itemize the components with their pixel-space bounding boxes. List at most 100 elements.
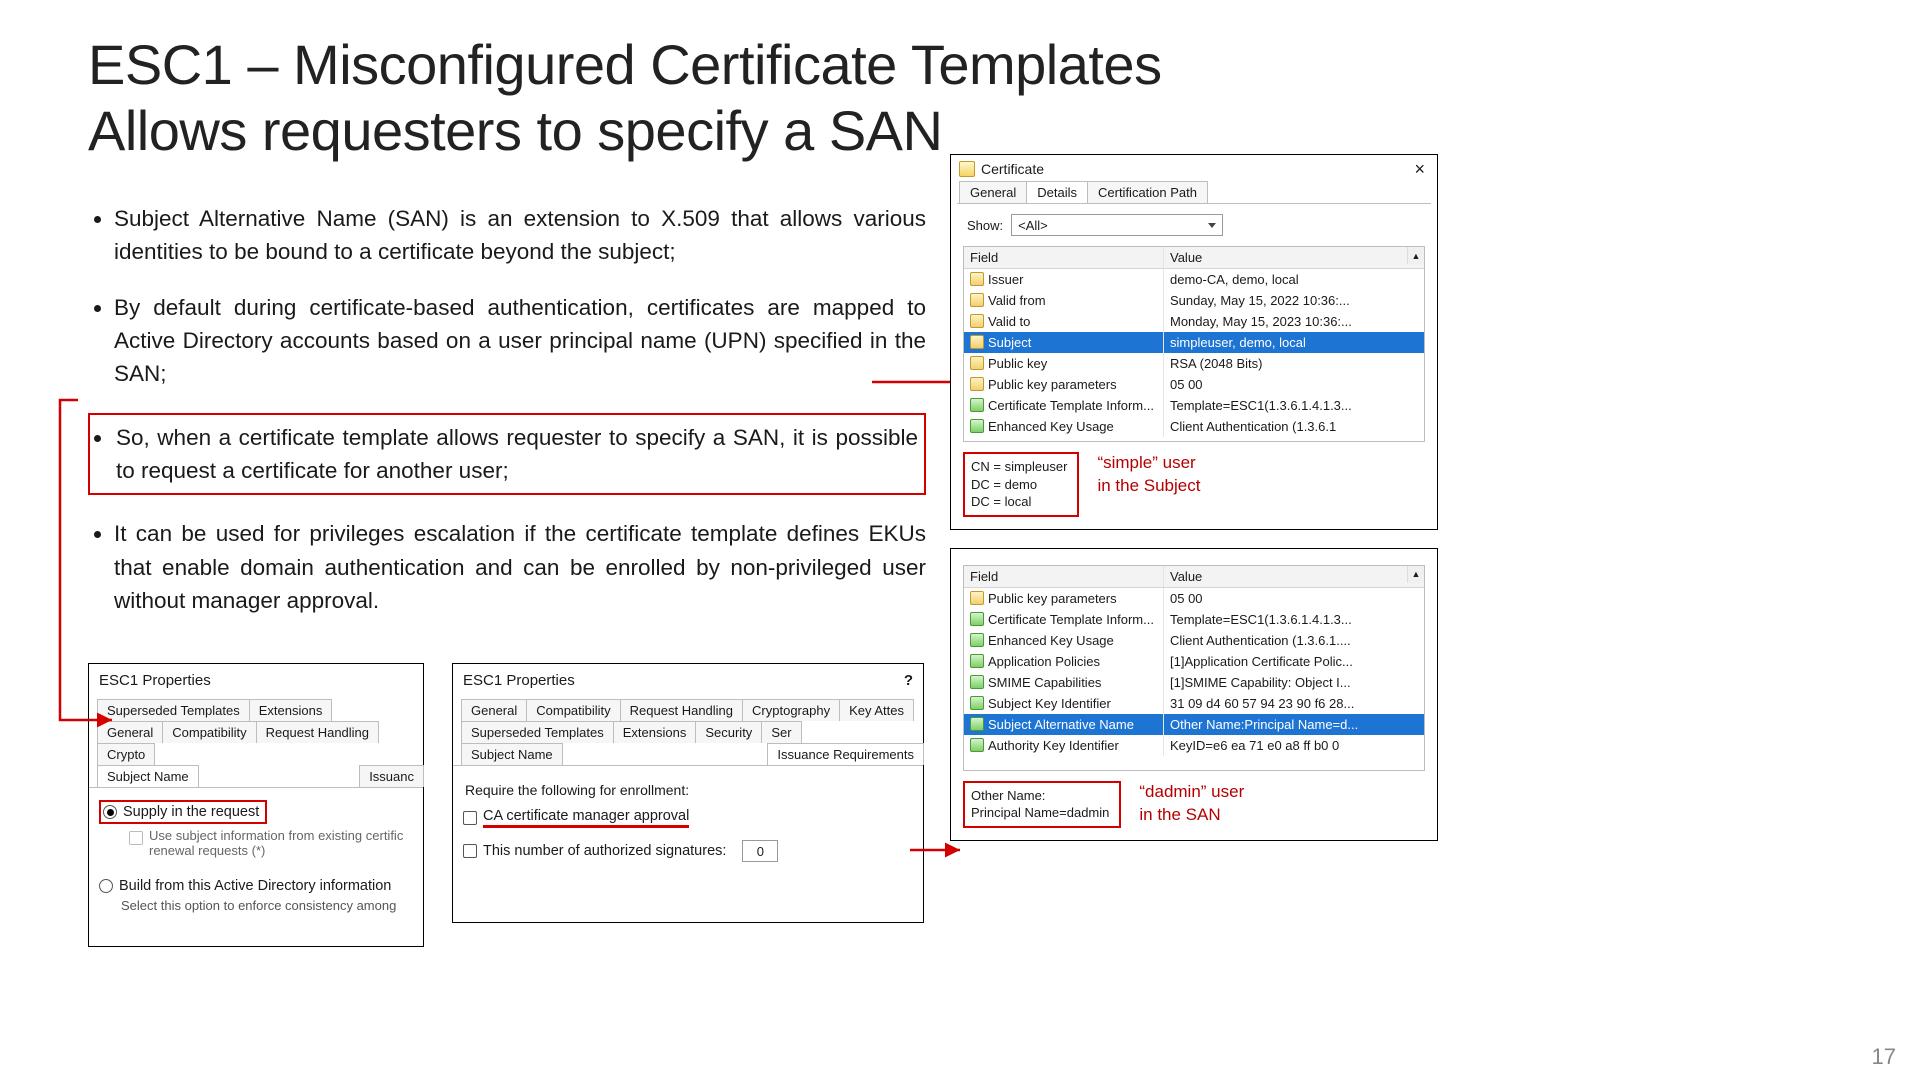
bullet-2: By default during certificate-based auth…	[114, 291, 926, 391]
table-row[interactable]: Subjectsimpleuser, demo, local	[964, 332, 1424, 353]
bullet-3: So, when a certificate template allows r…	[114, 413, 926, 496]
col-value: Value	[1164, 566, 1424, 587]
ext-field-icon	[970, 633, 984, 647]
field-icon	[970, 591, 984, 605]
san-annotation: “dadmin” user in the SAN	[1139, 781, 1244, 827]
help-icon[interactable]: ?	[904, 672, 913, 689]
table-row[interactable]: Enhanced Key UsageClient Authentication …	[964, 630, 1424, 651]
table-row[interactable]: Public key parameters05 00	[964, 588, 1424, 609]
cert-tab-details[interactable]: Details	[1026, 181, 1088, 203]
build-hint: Select this option to enforce consistenc…	[121, 898, 413, 913]
table-row[interactable]: Valid toMonday, May 15, 2023 10:36:...	[964, 311, 1424, 332]
cert-fields-table-bottom[interactable]: ▲ Field Value Public key parameters05 00…	[963, 565, 1425, 771]
table-row[interactable]: Valid fromSunday, May 15, 2022 10:36:...	[964, 290, 1424, 311]
col-field: Field	[964, 247, 1164, 268]
tab-compatibility[interactable]: Compatibility	[162, 721, 256, 743]
bullet-4: It can be used for privileges escalation…	[114, 517, 926, 617]
tab-b-issuance-req[interactable]: Issuance Requirements	[767, 743, 924, 765]
table-row[interactable]: Certificate Template Inform...Template=E…	[964, 395, 1424, 416]
esc1-properties-panel-a: ESC1 Properties Superseded Templates Ext…	[88, 663, 424, 947]
tab-b-keyattes[interactable]: Key Attes	[839, 699, 914, 721]
require-label: Require the following for enrollment:	[465, 782, 913, 798]
scroll-up-icon[interactable]: ▲	[1407, 247, 1424, 264]
certificate-window-top: Certificate × General Details Certificat…	[950, 154, 1438, 530]
tab-b-subject-name[interactable]: Subject Name	[461, 743, 563, 765]
table-row[interactable]: SMIME Capabilities[1]SMIME Capability: O…	[964, 672, 1424, 693]
tab-b-ser[interactable]: Ser	[761, 721, 801, 743]
field-icon	[970, 314, 984, 328]
show-select[interactable]: <All>	[1011, 214, 1223, 236]
col-field: Field	[964, 566, 1164, 587]
title-line-1: ESC1 – Misconfigured Certificate Templat…	[88, 33, 1162, 96]
subject-detail-box: CN = simpleuser DC = demo DC = local	[963, 452, 1079, 517]
table-row[interactable]: Subject Key Identifier31 09 d4 60 57 94 …	[964, 693, 1424, 714]
table-row[interactable]: Subject Alternative NameOther Name:Princ…	[964, 714, 1424, 735]
certificate-window-bottom: ▲ Field Value Public key parameters05 00…	[950, 548, 1438, 841]
ext-field-icon	[970, 717, 984, 731]
panel-b-title: ESC1 Properties ?	[453, 664, 923, 699]
ext-field-icon	[970, 419, 984, 433]
page-number: 17	[1872, 1044, 1896, 1070]
ext-field-icon	[970, 654, 984, 668]
tab-general[interactable]: General	[97, 721, 163, 743]
esc1-properties-panel-b: ESC1 Properties ? General Compatibility …	[452, 663, 924, 923]
auth-sigs-input[interactable]: 0	[742, 840, 778, 862]
ext-field-icon	[970, 398, 984, 412]
certificate-icon	[959, 161, 975, 177]
highlight-supply-in-request: Supply in the request	[99, 800, 267, 824]
certificate-title: Certificate	[981, 161, 1044, 177]
table-row[interactable]: Application Policies[1]Application Certi…	[964, 651, 1424, 672]
cert-fields-table-top[interactable]: ▲ Field Value Issuerdemo-CA, demo, local…	[963, 246, 1425, 442]
highlight-box-bullet3: So, when a certificate template allows r…	[88, 413, 926, 496]
tab-b-superseded[interactable]: Superseded Templates	[461, 721, 614, 743]
tab-b-compatibility[interactable]: Compatibility	[526, 699, 620, 721]
checkbox-ca-manager[interactable]	[463, 811, 477, 825]
checkbox-use-existing-label: Use subject information from existing ce…	[149, 828, 413, 858]
san-detail-box: Other Name: Principal Name=dadmin	[963, 781, 1121, 828]
tab-b-request-handling[interactable]: Request Handling	[620, 699, 743, 721]
tab-extensions[interactable]: Extensions	[249, 699, 333, 721]
checkbox-ca-manager-label: CA certificate manager approval	[483, 808, 689, 828]
ext-field-icon	[970, 612, 984, 626]
field-icon	[970, 356, 984, 370]
cert-tab-general[interactable]: General	[959, 181, 1027, 203]
radio-build-from-ad[interactable]	[99, 879, 113, 893]
radio-supply-in-request[interactable]	[103, 805, 117, 819]
field-icon	[970, 377, 984, 391]
col-value: Value	[1164, 247, 1424, 268]
bullet-list: Subject Alternative Name (SAN) is an ext…	[88, 202, 926, 639]
table-row[interactable]: Enhanced Key UsageClient Authentication …	[964, 416, 1424, 437]
ext-field-icon	[970, 675, 984, 689]
cert-tab-certpath[interactable]: Certification Path	[1087, 181, 1208, 203]
field-icon	[970, 293, 984, 307]
tab-b-security[interactable]: Security	[695, 721, 762, 743]
checkbox-auth-sigs[interactable]	[463, 844, 477, 858]
table-row[interactable]: Issuerdemo-CA, demo, local	[964, 269, 1424, 290]
tab-b-general[interactable]: General	[461, 699, 527, 721]
field-icon	[970, 335, 984, 349]
tab-b-crypto[interactable]: Cryptography	[742, 699, 840, 721]
scroll-up-icon[interactable]: ▲	[1407, 566, 1424, 583]
tab-request-handling[interactable]: Request Handling	[256, 721, 379, 743]
radio-supply-label: Supply in the request	[123, 804, 259, 820]
tab-superseded[interactable]: Superseded Templates	[97, 699, 250, 721]
slide-title: ESC1 – Misconfigured Certificate Templat…	[88, 32, 1832, 164]
ext-field-icon	[970, 738, 984, 752]
table-row[interactable]: Certificate Template Inform...Template=E…	[964, 609, 1424, 630]
close-icon[interactable]: ×	[1410, 162, 1429, 176]
checkbox-use-existing[interactable]	[129, 831, 143, 845]
show-label: Show:	[967, 218, 1003, 233]
tab-crypto[interactable]: Crypto	[97, 743, 155, 765]
table-row[interactable]: Public key parameters05 00	[964, 374, 1424, 395]
tab-issuance-cut[interactable]: Issuanc	[359, 765, 424, 787]
ext-field-icon	[970, 696, 984, 710]
table-row[interactable]: Authority Key IdentifierKeyID=e6 ea 71 e…	[964, 735, 1424, 756]
tabggle-b-extensions[interactable]: Extensions	[613, 721, 697, 743]
panel-a-title: ESC1 Properties	[89, 664, 423, 699]
subject-annotation: “simple” user in the Subject	[1097, 452, 1200, 498]
table-row[interactable]: Public keyRSA (2048 Bits)	[964, 353, 1424, 374]
field-icon	[970, 272, 984, 286]
tab-subject-name[interactable]: Subject Name	[97, 765, 199, 787]
title-line-2: Allows requesters to specify a SAN	[88, 99, 942, 162]
checkbox-auth-sigs-label: This number of authorized signatures:	[483, 843, 726, 859]
